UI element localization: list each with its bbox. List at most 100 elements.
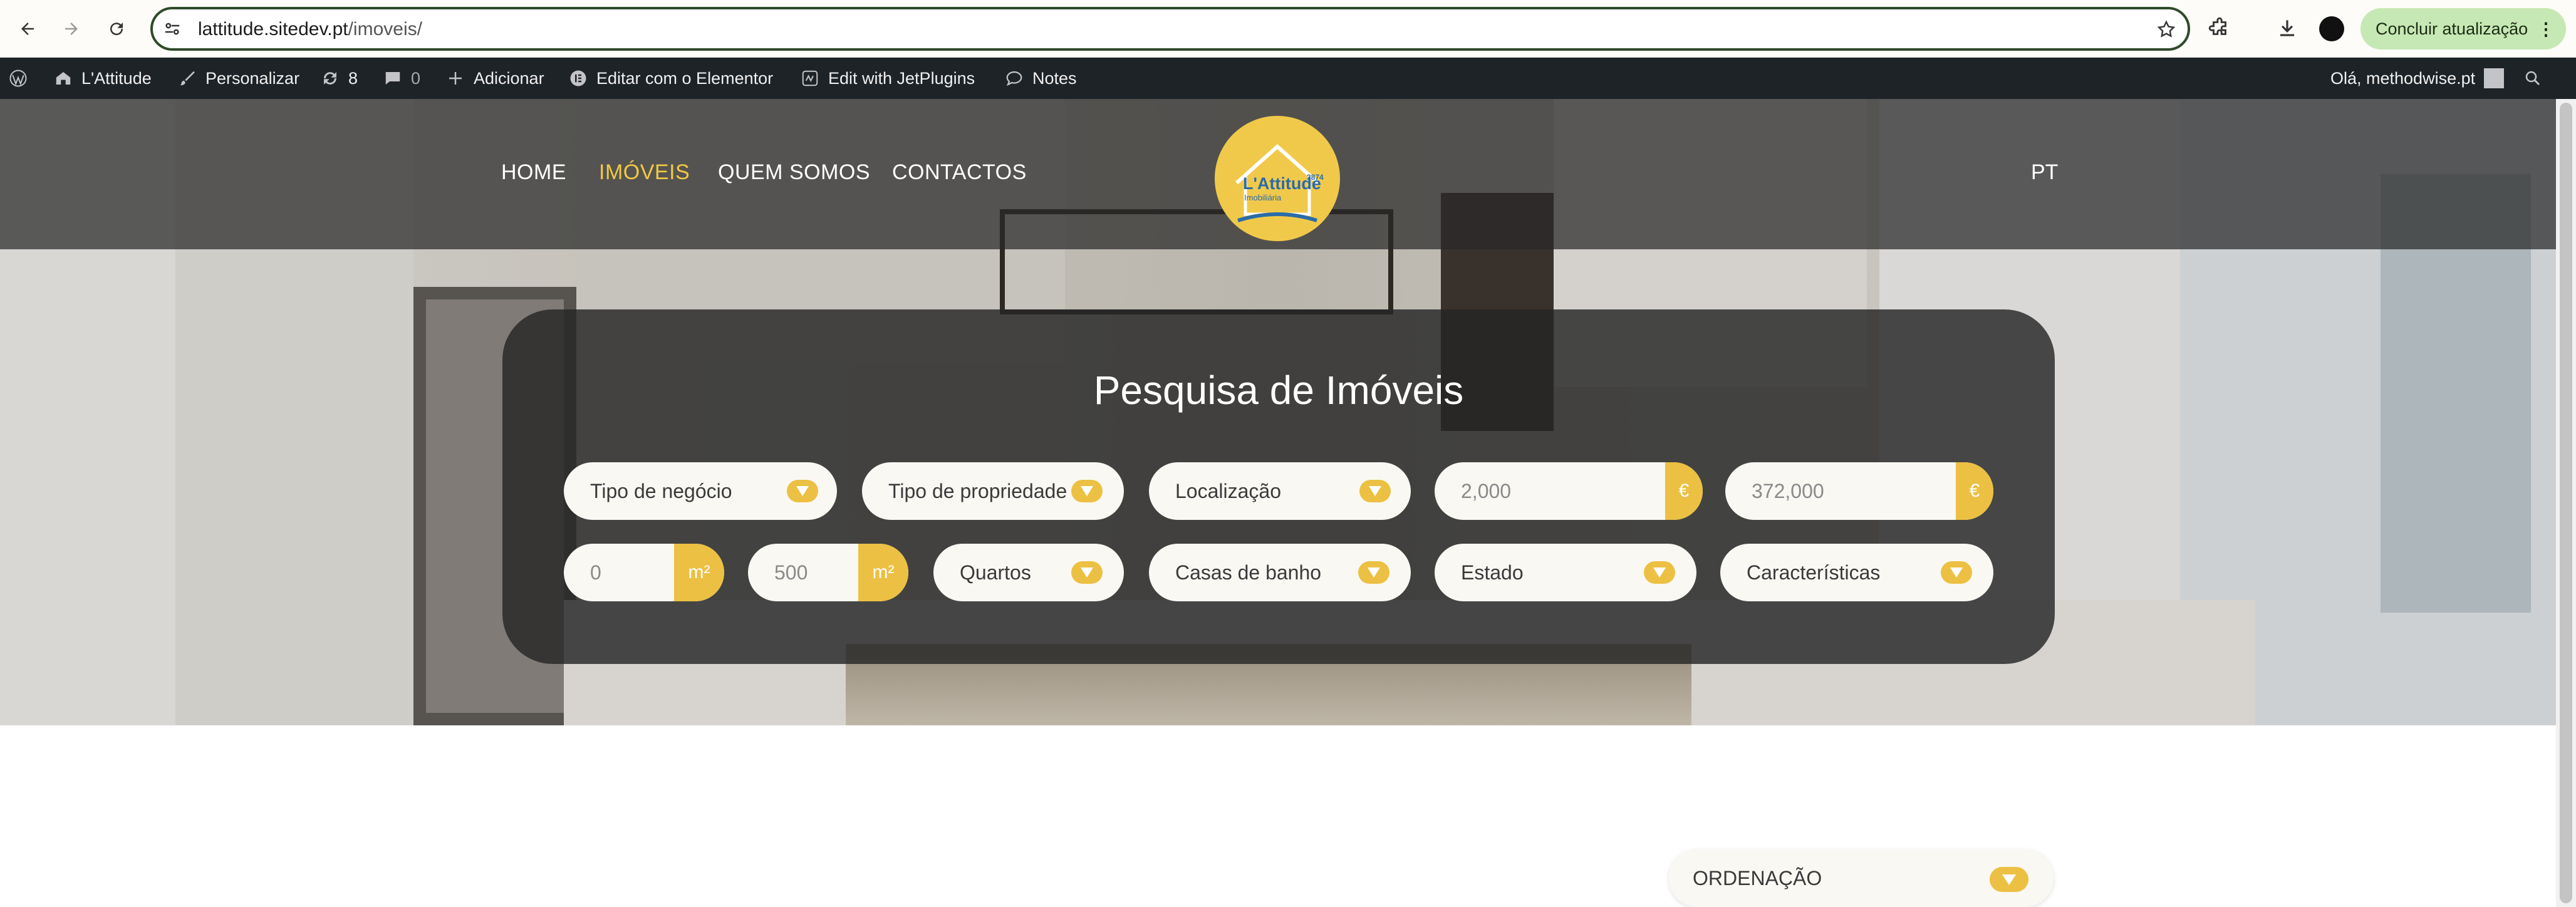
location-select[interactable]: Localização xyxy=(1149,462,1411,520)
price-min-value: 2,000 xyxy=(1461,480,1512,502)
browser-toolbar: lattitude.sitedev.pt/imoveis/ Concluir a… xyxy=(0,0,2576,58)
arrow-right-icon xyxy=(65,23,78,35)
update-button[interactable]: Concluir atualização ⋮ xyxy=(2360,8,2566,49)
site-logo[interactable]: L'Attitude 3874 Imobiliária xyxy=(1213,114,1342,243)
profile-avatar[interactable] xyxy=(2319,16,2344,41)
wp-customize[interactable]: Personalizar xyxy=(178,58,299,99)
menu-item-imoveis[interactable]: IMÓVEIS xyxy=(599,160,690,185)
site-header: HOME IMÓVEIS QUEM SOMOS CONTACTOS L'Atti… xyxy=(0,99,2556,249)
features-select[interactable]: Características xyxy=(1720,544,1993,601)
address-bar[interactable]: lattitude.sitedev.pt/imoveis/ xyxy=(150,7,2190,51)
jetplugins-icon xyxy=(802,70,818,86)
site-settings-icon[interactable] xyxy=(163,19,182,38)
wp-add-new-label: Adicionar xyxy=(474,68,544,88)
area-min-value: 0 xyxy=(590,561,601,584)
chevron-down-icon xyxy=(1359,480,1391,502)
chevron-down-icon xyxy=(1644,561,1675,584)
area-unit-label: m² xyxy=(858,544,908,601)
search-title: Pesquisa de Imóveis xyxy=(1093,368,1464,413)
url-text: lattitude.sitedev.pt/imoveis/ xyxy=(198,17,422,42)
comment-icon xyxy=(385,72,400,85)
wp-site-name-label: L'Attitude xyxy=(81,68,152,88)
bedrooms-select[interactable]: Quartos xyxy=(933,544,1124,601)
wp-updates[interactable]: 8 xyxy=(321,58,358,99)
menu-item-quem-somos[interactable]: QUEM SOMOS xyxy=(718,160,870,185)
scrollbar-thumb[interactable] xyxy=(2560,103,2572,903)
elementor-icon xyxy=(570,70,586,86)
chevron-down-icon xyxy=(1358,561,1389,584)
area-min-input[interactable]: 0 m² xyxy=(564,544,724,601)
star-icon[interactable] xyxy=(2156,19,2176,39)
language-switcher[interactable]: PT xyxy=(2031,160,2058,185)
wp-customize-label: Personalizar xyxy=(205,68,300,88)
area-max-input[interactable]: 500 m² xyxy=(748,544,908,601)
business-type-label: Tipo de negócio xyxy=(590,480,732,502)
wp-greeting: Olá, methodwise.pt xyxy=(2330,68,2476,88)
wp-add-new[interactable]: Adicionar xyxy=(446,58,544,99)
wp-logo-menu[interactable] xyxy=(9,58,28,99)
search-icon xyxy=(2525,71,2540,86)
sort-select[interactable]: ORDENAÇÃO xyxy=(1669,849,2054,907)
wp-elementor[interactable]: Editar com o Elementor xyxy=(569,58,773,99)
page: lattitude.sitedev.pt/imoveis/ Concluir a… xyxy=(0,0,2576,907)
wp-notes[interactable]: Notes xyxy=(1005,58,1077,99)
chevron-down-icon xyxy=(1990,867,2028,892)
chevron-down-icon xyxy=(1071,480,1103,502)
wp-notes-label: Notes xyxy=(1032,68,1077,88)
euro-icon: € xyxy=(1665,462,1703,520)
menu-item-contactos[interactable]: CONTACTOS xyxy=(892,160,1027,185)
updates-icon xyxy=(324,72,336,85)
wp-search[interactable] xyxy=(2523,58,2542,99)
bathrooms-label: Casas de banho xyxy=(1175,561,1322,584)
area-unit-label: m² xyxy=(674,544,724,601)
condition-select[interactable]: Estado xyxy=(1435,544,1696,601)
property-search-panel: Pesquisa de Imóveis Tipo de negócio Tipo… xyxy=(502,309,2055,664)
forward-button[interactable] xyxy=(56,14,86,44)
logo-subtext: Imobiliária xyxy=(1244,193,1282,202)
url-path: /imoveis/ xyxy=(348,19,422,39)
wp-jetplugins-label: Edit with JetPlugins xyxy=(828,68,975,88)
menu-item-home[interactable]: HOME xyxy=(501,160,566,185)
location-label: Localização xyxy=(1175,480,1281,502)
bedrooms-label: Quartos xyxy=(960,561,1031,584)
bathrooms-select[interactable]: Casas de banho xyxy=(1149,544,1411,601)
more-vert-icon: ⋮ xyxy=(2537,19,2555,39)
wp-site-name[interactable]: L'Attitude xyxy=(54,58,152,99)
url-host: lattitude.sitedev.pt xyxy=(198,19,348,39)
wp-jetplugins[interactable]: Edit with JetPlugins xyxy=(801,58,975,99)
wp-comments-count: 0 xyxy=(411,68,421,88)
user-avatar xyxy=(2484,68,2505,88)
wp-account[interactable]: Olá, methodwise.pt xyxy=(2330,58,2505,99)
business-type-select[interactable]: Tipo de negócio xyxy=(564,462,837,520)
download-icon[interactable] xyxy=(2275,16,2299,40)
chevron-down-icon xyxy=(1071,561,1103,584)
price-max-value: 372,000 xyxy=(1752,480,1824,502)
wp-elementor-label: Editar com o Elementor xyxy=(596,68,774,88)
wp-comments[interactable]: 0 xyxy=(383,58,420,99)
property-type-select[interactable]: Tipo de propriedade xyxy=(862,462,1124,520)
price-min-input[interactable]: 2,000 € xyxy=(1435,462,1703,520)
speech-bubble-icon xyxy=(1006,71,1022,86)
brush-icon xyxy=(180,71,195,86)
extensions-icon[interactable] xyxy=(2208,16,2231,40)
plus-icon xyxy=(449,72,462,85)
reload-icon xyxy=(110,23,123,36)
price-max-input[interactable]: 372,000 € xyxy=(1725,462,1993,520)
features-label: Características xyxy=(1747,561,1881,584)
chevron-down-icon xyxy=(787,480,818,502)
page-scrollbar[interactable] xyxy=(2556,99,2576,907)
wp-admin-bar: L'Attitude Personalizar 8 0 Adicionar Ed… xyxy=(0,58,2576,99)
hero-section: HOME IMÓVEIS QUEM SOMOS CONTACTOS L'Atti… xyxy=(0,99,2556,725)
update-button-label: Concluir atualização xyxy=(2376,19,2528,38)
condition-label: Estado xyxy=(1461,561,1524,584)
property-type-label: Tipo de propriedade xyxy=(888,480,1067,502)
logo-badge: 3874 xyxy=(1307,173,1324,182)
back-button[interactable] xyxy=(13,14,43,44)
area-max-value: 500 xyxy=(774,561,808,584)
wp-updates-count: 8 xyxy=(348,68,358,88)
dashboard-icon xyxy=(56,72,71,85)
sort-label: ORDENAÇÃO xyxy=(1693,867,1822,889)
euro-icon: € xyxy=(1956,462,1993,520)
arrow-left-icon xyxy=(21,23,34,35)
reload-button[interactable] xyxy=(101,14,132,44)
